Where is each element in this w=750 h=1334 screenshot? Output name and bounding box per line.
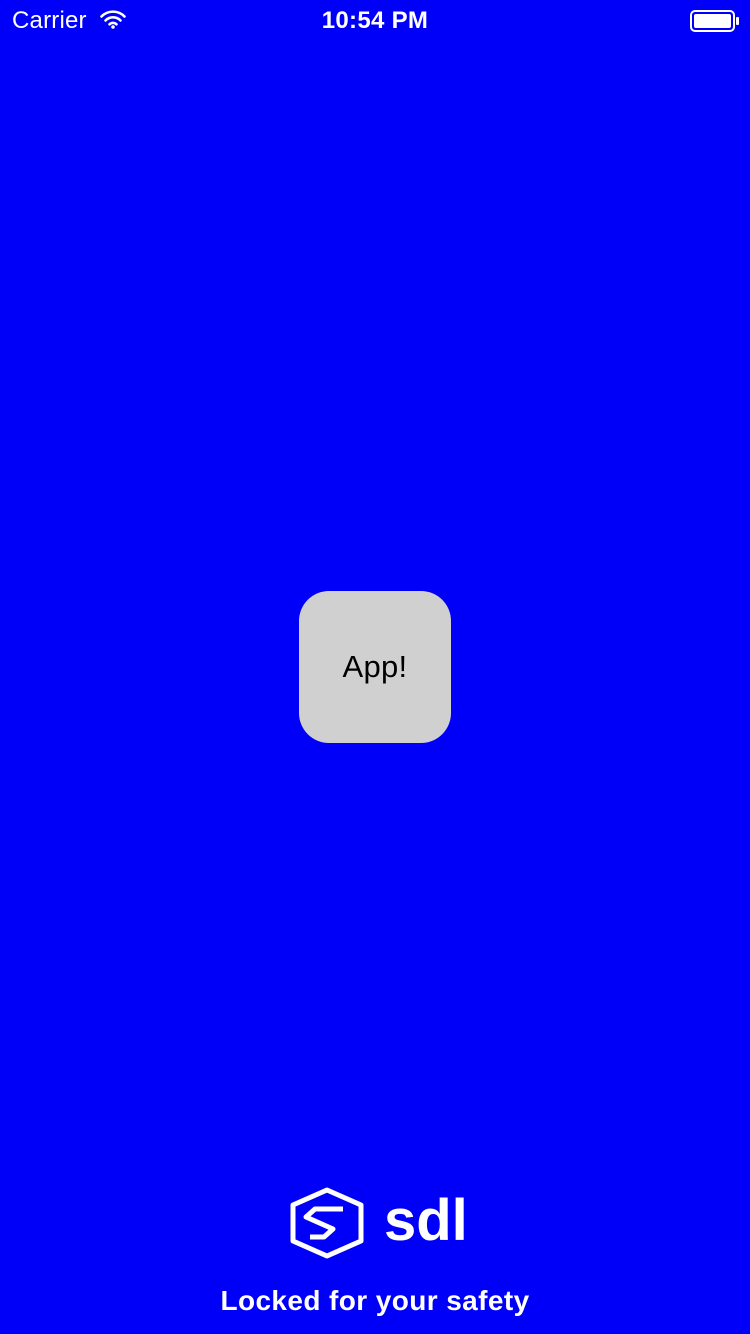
app-tile-label: App! bbox=[342, 649, 408, 684]
sdl-logo-icon bbox=[290, 1187, 364, 1259]
brand-logo: sdl bbox=[288, 1186, 468, 1260]
status-bar: Carrier 10:54 PM bbox=[0, 0, 750, 40]
lock-message: Locked for your safety bbox=[220, 1285, 530, 1316]
status-time: 10:54 PM bbox=[321, 7, 429, 34]
battery-icon bbox=[690, 10, 739, 32]
brand-text: sdl bbox=[384, 1188, 468, 1253]
app-tile[interactable]: App! bbox=[299, 591, 451, 743]
